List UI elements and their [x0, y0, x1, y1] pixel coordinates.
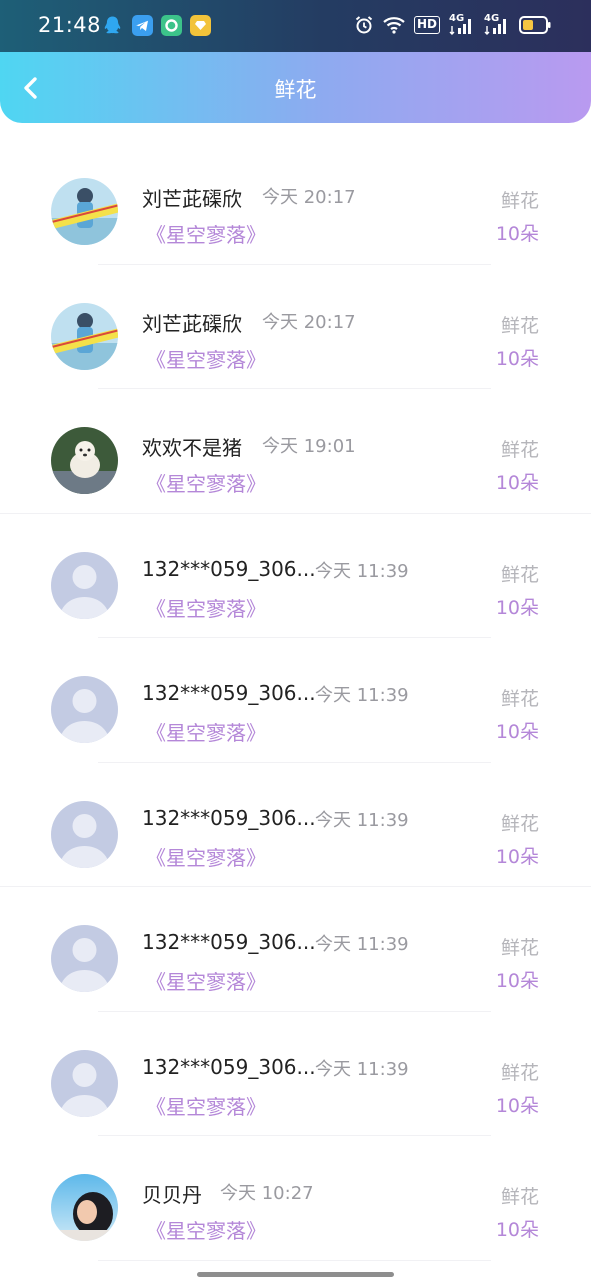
book-title: 《星空寥落》	[146, 596, 266, 621]
list-item[interactable]: 贝贝丹 今天 10:27 《星空寥落》 鲜花 10朵	[0, 1136, 591, 1261]
gift-type: 鲜花	[500, 439, 539, 461]
list-item[interactable]: 132***059_306... 今天 11:39 《星空寥落》 鲜花 10朵	[0, 513, 591, 638]
avatar[interactable]	[51, 551, 118, 619]
gift-time: 今天 10:27	[220, 1183, 314, 1204]
list-item[interactable]: 132***059_306... 今天 11:39 《星空寥落》 鲜花 10朵	[0, 887, 591, 1012]
wifi-icon	[383, 17, 405, 34]
avatar[interactable]	[51, 427, 118, 494]
avatar[interactable]	[51, 302, 118, 370]
gift-count: 10朵	[495, 970, 539, 992]
avatar-photo	[51, 427, 118, 494]
default-avatar-icon	[51, 800, 118, 868]
avatar[interactable]	[51, 800, 118, 868]
gift-count: 10朵	[495, 845, 539, 868]
gift-type: 鲜花	[500, 314, 539, 337]
divider	[98, 1259, 491, 1261]
gift-time: 今天 11:39	[315, 809, 409, 831]
list-item[interactable]: 132***059_306... 今天 11:39 《星空寥落》 鲜花 10朵	[0, 1011, 591, 1136]
book-title: 《星空寥落》	[146, 845, 266, 870]
page-title: 鲜花	[274, 78, 317, 102]
gift-count: 10朵	[495, 1094, 539, 1117]
status-indicators: HD 4G 4G	[354, 12, 551, 38]
gift-time: 今天 19:01	[262, 436, 356, 457]
avatar[interactable]	[51, 1174, 118, 1241]
user-name: 132***059_306...	[142, 805, 316, 830]
book-title: 《星空寥落》	[146, 1094, 266, 1119]
gift-type: 鲜花	[500, 688, 539, 710]
gift-count: 10朵	[495, 596, 539, 619]
gift-time: 今天 20:17	[262, 311, 356, 333]
app-header: 鲜花	[0, 52, 591, 123]
signal-2-label: 4G	[484, 13, 500, 24]
gift-time: 今天 11:39	[315, 1058, 409, 1080]
avatar[interactable]	[51, 676, 118, 743]
gift-type: 鲜花	[500, 937, 539, 959]
avatar[interactable]	[51, 178, 118, 245]
gift-time: 今天 11:39	[315, 560, 409, 582]
alarm-icon	[355, 16, 373, 34]
book-title: 《星空寥落》	[146, 1219, 266, 1243]
book-title: 《星空寥落》	[146, 347, 266, 372]
user-name: 刘芒茈磲欣	[142, 311, 242, 336]
avatar-photo	[51, 302, 118, 370]
gift-type: 鲜花	[500, 1061, 539, 1084]
hd-badge: HD	[413, 16, 440, 34]
gift-count: 10朵	[495, 347, 539, 370]
list-item[interactable]: 132***059_306... 今天 11:39 《星空寥落》 鲜花 10朵	[0, 762, 591, 887]
flower-gift-list: 刘芒茈磲欣 今天 20:17 《星空寥落》 鲜花 10朵 刘芒茈磲欣 今天 20…	[0, 140, 591, 1261]
status-time: 21:48	[38, 13, 102, 37]
user-name: 132***059_306...	[142, 1054, 316, 1079]
book-title: 《星空寥落》	[146, 472, 266, 496]
gift-type: 鲜花	[500, 190, 539, 212]
gift-time: 今天 20:17	[262, 187, 356, 208]
default-avatar-icon	[51, 551, 118, 619]
gift-count: 10朵	[495, 472, 539, 494]
signal-2-icon: 4G	[484, 13, 510, 36]
list-item[interactable]: 刘芒茈磲欣 今天 20:17 《星空寥落》 鲜花 10朵	[0, 264, 591, 389]
gift-type: 鲜花	[500, 1186, 539, 1208]
status-bar: 21:48 HD 4G 4G	[0, 0, 591, 52]
signal-1-icon: 4G	[449, 13, 475, 36]
user-name: 132***059_306...	[142, 930, 316, 954]
telegram-icon	[132, 15, 153, 36]
gift-time: 今天 11:39	[315, 934, 409, 955]
default-avatar-icon	[51, 676, 118, 743]
avatar[interactable]	[51, 925, 118, 992]
list-item[interactable]: 欢欢不是猪 今天 19:01 《星空寥落》 鲜花 10朵	[0, 389, 591, 514]
book-title: 《星空寥落》	[146, 970, 266, 994]
diamond-app-icon	[190, 15, 211, 36]
gift-type: 鲜花	[500, 812, 539, 835]
avatar-photo	[51, 178, 118, 245]
user-name: 刘芒茈磲欣	[142, 187, 242, 211]
battery-icon	[519, 16, 551, 34]
signal-1-label: 4G	[449, 13, 465, 24]
gift-time: 今天 11:39	[315, 685, 409, 706]
book-title: 《星空寥落》	[146, 223, 266, 247]
user-name: 欢欢不是猪	[142, 436, 242, 460]
qq-icon	[104, 16, 121, 34]
gift-count: 10朵	[495, 223, 539, 245]
list-item[interactable]: 刘芒茈磲欣 今天 20:17 《星空寥落》 鲜花 10朵	[0, 140, 591, 265]
home-indicator[interactable]	[197, 1272, 394, 1277]
book-title: 《星空寥落》	[146, 721, 266, 745]
user-name: 132***059_306...	[142, 681, 316, 705]
default-avatar-icon	[51, 1049, 118, 1117]
avatar[interactable]	[51, 1049, 118, 1117]
gift-count: 10朵	[495, 1219, 539, 1241]
default-avatar-icon	[51, 925, 118, 992]
avatar-photo	[51, 1174, 118, 1241]
user-name: 贝贝丹	[142, 1183, 202, 1207]
gift-type: 鲜花	[500, 563, 539, 586]
gift-count: 10朵	[495, 721, 539, 743]
ring-app-icon	[161, 15, 182, 36]
user-name: 132***059_306...	[142, 556, 316, 581]
list-item[interactable]: 132***059_306... 今天 11:39 《星空寥落》 鲜花 10朵	[0, 638, 591, 763]
